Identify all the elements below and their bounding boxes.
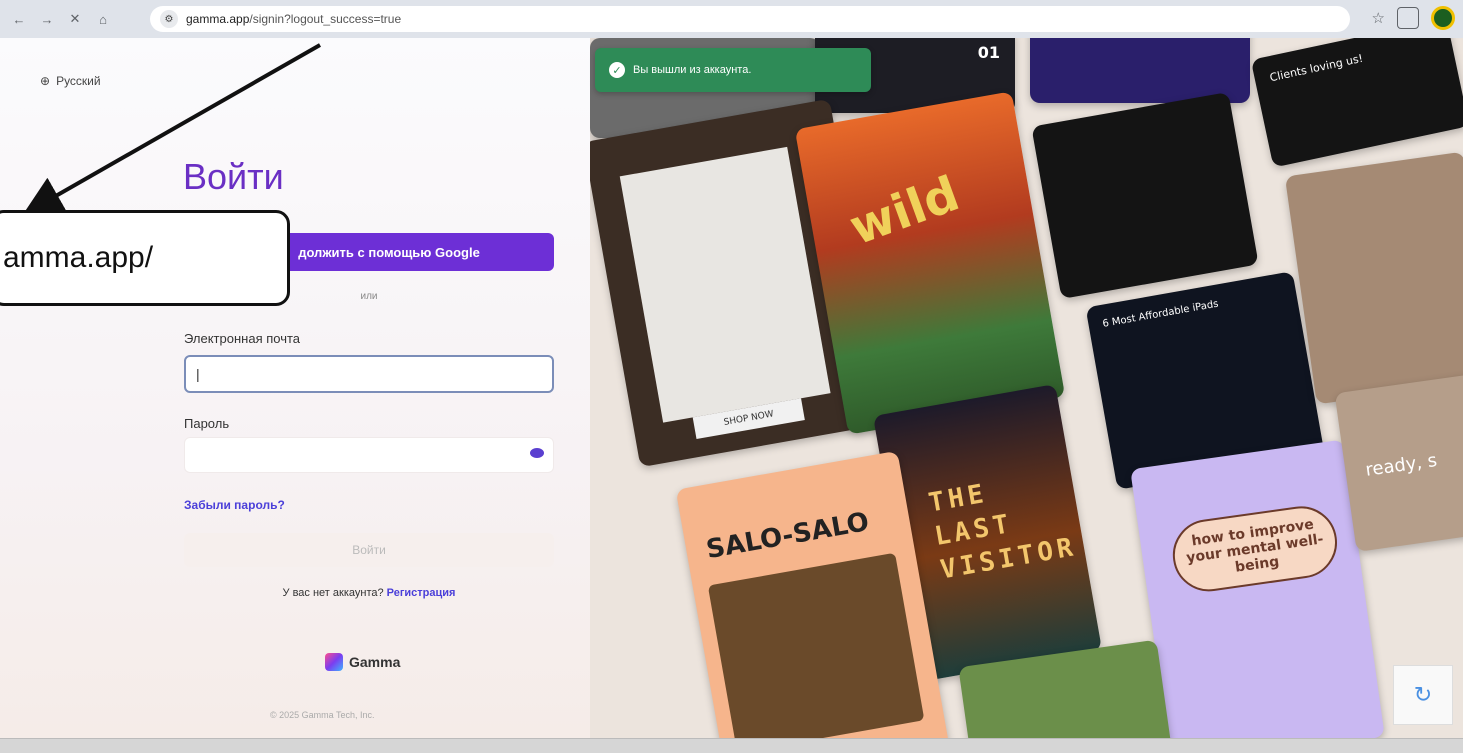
back-icon[interactable]: ← bbox=[8, 8, 30, 30]
ipads-title: 6 Most Affordable iPads bbox=[1101, 298, 1220, 330]
register-link[interactable]: Регистрация bbox=[387, 587, 456, 599]
salo-title: SALO-SALO bbox=[704, 507, 872, 566]
template-gallery: 01 Clients loving us! SHOP NOW wild 6 Mo… bbox=[590, 38, 1463, 738]
signin-panel: ⊕ Русский Войти должить с помощью Google… bbox=[0, 38, 600, 738]
gallery-card-funnel bbox=[1031, 91, 1259, 300]
callout-text: amma.app/ bbox=[3, 241, 154, 274]
site-settings-icon[interactable]: ⚙ bbox=[160, 10, 178, 28]
ready-label: ready, s bbox=[1364, 450, 1439, 481]
no-account-label: У вас нет аккаунта? bbox=[282, 587, 384, 599]
gallery-card-clients: Clients loving us! bbox=[1250, 38, 1463, 168]
signin-button[interactable]: Войти bbox=[184, 533, 554, 567]
mental-title: how to improve your mental well-being bbox=[1168, 501, 1342, 596]
shop-now-label: SHOP NOW bbox=[722, 409, 775, 428]
copyright: © 2025 Gamma Tech, Inc. bbox=[270, 710, 375, 720]
check-icon: ✓ bbox=[609, 62, 625, 78]
language-selector[interactable]: ⊕ Русский bbox=[40, 74, 101, 88]
no-account-text: У вас нет аккаунта? Регистрация bbox=[184, 587, 554, 599]
recaptcha-badge[interactable]: ↻ bbox=[1393, 665, 1453, 725]
clients-label: Clients loving us! bbox=[1268, 51, 1365, 85]
logo-text: Gamma bbox=[349, 654, 401, 670]
signin-button-label: Войти bbox=[352, 543, 386, 557]
close-icon[interactable]: ✕ bbox=[64, 8, 86, 30]
profile-avatar[interactable] bbox=[1431, 6, 1455, 30]
google-button-label: должить с помощью Google bbox=[298, 244, 480, 260]
bookmark-star-icon[interactable]: ☆ bbox=[1372, 9, 1385, 27]
password-field[interactable] bbox=[184, 437, 554, 473]
bottom-scrollbar[interactable] bbox=[0, 738, 1463, 753]
url-text: gamma.app/signin?logout_success=true bbox=[186, 12, 401, 26]
home-icon[interactable]: ⌂ bbox=[92, 8, 114, 30]
browser-toolbar: ← → ✕ ⌂ ⚙ gamma.app/signin?logout_succes… bbox=[0, 0, 1463, 38]
card-01-label: 01 bbox=[977, 43, 1000, 62]
page-title: Войти bbox=[183, 156, 284, 197]
forward-icon[interactable]: → bbox=[36, 8, 58, 30]
eye-icon[interactable] bbox=[530, 448, 544, 458]
gamma-logo-icon bbox=[325, 653, 343, 671]
gallery-card-hands bbox=[1284, 151, 1463, 405]
email-label: Электронная почта bbox=[184, 331, 301, 346]
url-path: /signin?logout_success=true bbox=[249, 12, 402, 26]
address-bar[interactable]: ⚙ gamma.app/signin?logout_success=true bbox=[150, 6, 1350, 32]
wild-title: wild bbox=[842, 165, 967, 257]
extensions-icon[interactable] bbox=[1397, 7, 1419, 29]
gallery-card-ready: ready, s bbox=[1334, 374, 1463, 552]
email-field[interactable]: | bbox=[184, 355, 554, 393]
email-value: | bbox=[196, 366, 200, 382]
url-callout: amma.app/ bbox=[0, 210, 290, 306]
globe-icon: ⊕ bbox=[40, 74, 51, 88]
password-label: Пароль bbox=[184, 416, 230, 431]
forgot-password-link[interactable]: Забыли пароль? bbox=[184, 498, 285, 512]
gamma-logo: Gamma bbox=[325, 653, 400, 671]
toast-text: Вы вышли из аккаунта. bbox=[633, 64, 752, 76]
url-host: gamma.app bbox=[186, 12, 250, 26]
language-label: Русский bbox=[56, 74, 101, 88]
poster-title: THE LAST VISITOR bbox=[926, 463, 1086, 588]
logout-toast: ✓ Вы вышли из аккаунта. bbox=[595, 48, 871, 92]
